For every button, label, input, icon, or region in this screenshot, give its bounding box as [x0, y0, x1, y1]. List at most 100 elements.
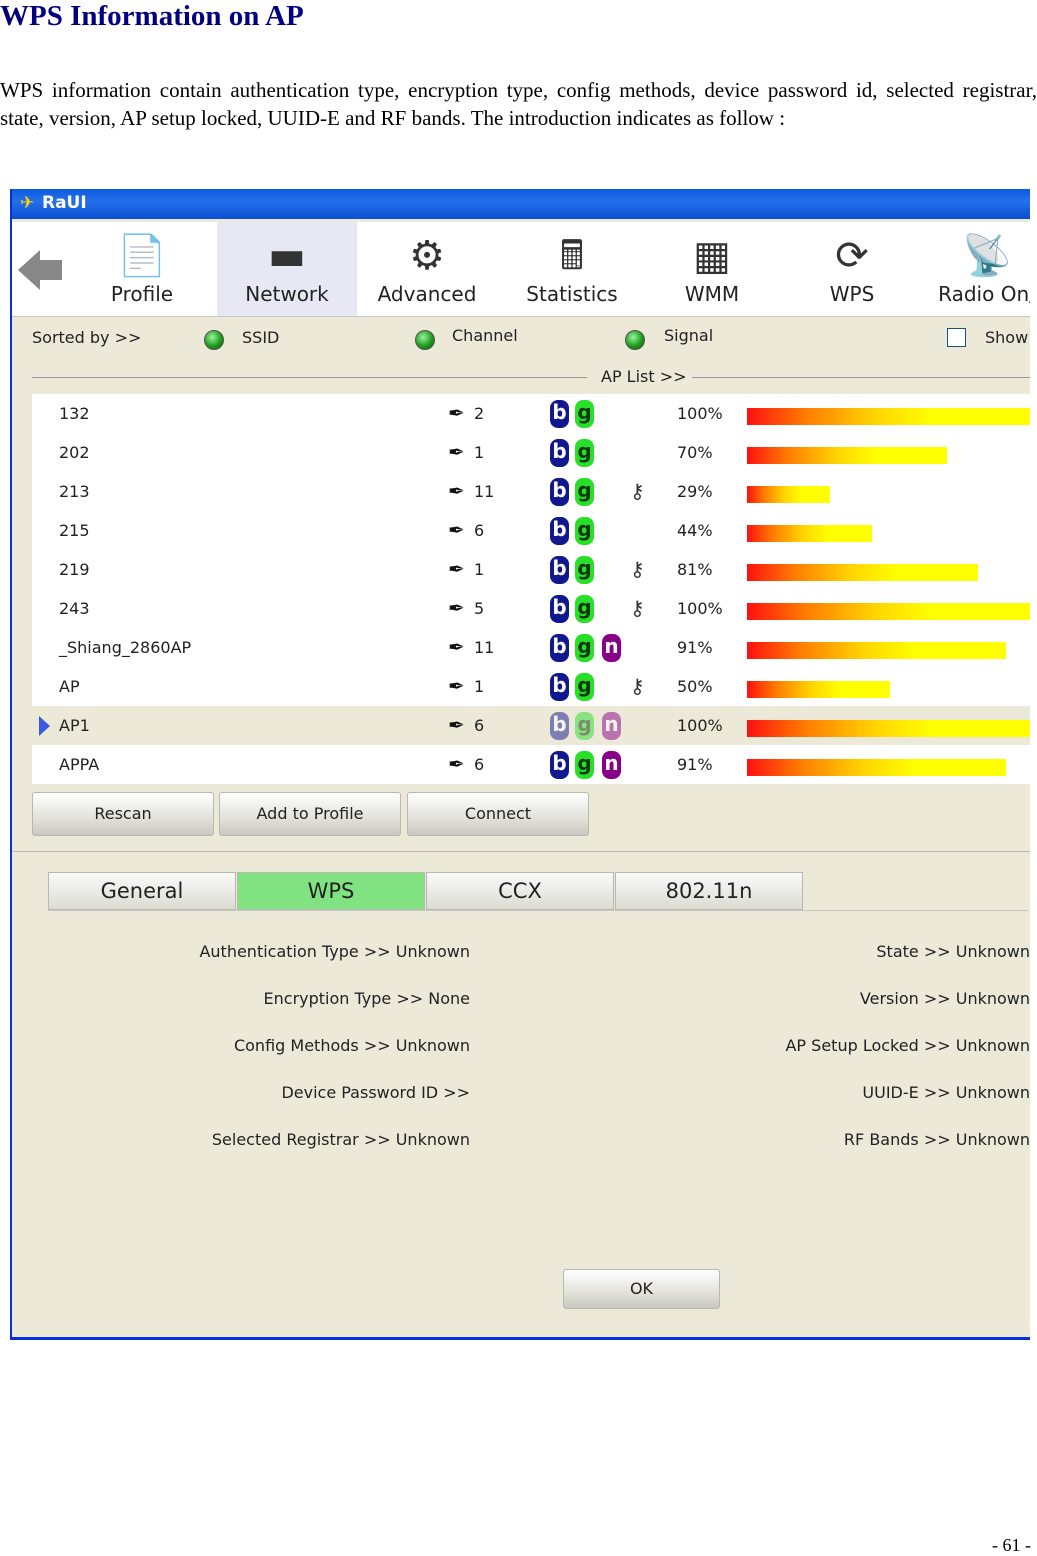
- signal-bar: [747, 720, 1030, 737]
- mode-n-badge: n: [602, 751, 621, 779]
- toolbar-label: Profile: [110, 282, 174, 306]
- sort-ssid-label: SSID: [242, 328, 280, 347]
- document-paragraph: WPS information contain authentication t…: [0, 78, 1037, 130]
- key-icon: ⚷: [630, 479, 645, 503]
- mode-b-badge: b: [550, 634, 569, 662]
- ap-row[interactable]: AP ✒ 1 b g ⚷ 50%: [32, 667, 1030, 706]
- mode-b-badge: b: [550, 712, 569, 740]
- selected-arrow-icon: [39, 716, 50, 736]
- ap-channel: 6: [474, 755, 485, 774]
- mode-b-badge: b: [550, 751, 569, 779]
- ap-row[interactable]: 219 ✒ 1 b g ⚷ 81%: [32, 550, 1030, 589]
- ap-ssid: AP: [59, 677, 80, 696]
- tab-ccx[interactable]: CCX: [426, 872, 614, 910]
- ap-signal-text: 100%: [677, 716, 723, 735]
- mode-g-badge: g: [575, 673, 594, 701]
- show-checkbox[interactable]: [947, 328, 966, 347]
- tab-wps[interactable]: WPS: [237, 872, 425, 910]
- ap-row[interactable]: _Shiang_2860AP ✒ 11 b g n 91%: [32, 628, 1030, 667]
- ap-row[interactable]: 243 ✒ 5 b g ⚷ 100%: [32, 589, 1030, 628]
- channel-icon: ✒: [448, 713, 465, 737]
- document-title: WPS Information on AP: [0, 0, 304, 32]
- sort-channel-radio[interactable]: [415, 330, 435, 350]
- channel-icon: ✒: [448, 557, 465, 581]
- ap-ssid: 219: [59, 560, 90, 579]
- toolbar-wps-button[interactable]: ⟳ WPS: [782, 222, 922, 316]
- signal-bar: [747, 486, 830, 503]
- toolbar-advanced-button[interactable]: ⚙ Advanced: [357, 222, 497, 316]
- ap-signal-text: 100%: [677, 599, 723, 618]
- signal-bar: [747, 525, 872, 542]
- tab-802-11n[interactable]: 802.11n: [615, 872, 803, 910]
- channel-icon: ✒: [448, 635, 465, 659]
- ap-channel: 11: [474, 638, 495, 657]
- toolbar-profile-button[interactable]: 📄 Profile: [72, 222, 212, 316]
- channel-icon: ✒: [448, 479, 465, 503]
- sort-ssid-radio[interactable]: [204, 330, 224, 350]
- channel-icon: ✒: [448, 752, 465, 776]
- wps-info-left-item: Selected Registrar >> Unknown: [211, 1130, 470, 1149]
- signal-bar: [747, 681, 890, 698]
- wps-info-left-item: Device Password ID >>: [281, 1083, 470, 1102]
- wps-info-right-item: AP Setup Locked >> Unknown: [785, 1036, 1030, 1055]
- wps-info-right-item: UUID-E >> Unknown: [862, 1083, 1030, 1102]
- ap-row[interactable]: 213 ✒ 11 b g ⚷ 29%: [32, 472, 1030, 511]
- signal-bar: [747, 603, 1030, 620]
- ap-row[interactable]: 132 ✒ 2 b g 100%: [32, 394, 1030, 433]
- sort-signal-radio[interactable]: [625, 330, 645, 350]
- ok-button[interactable]: OK: [563, 1269, 720, 1309]
- ap-signal-text: 29%: [677, 482, 713, 501]
- channel-icon: ✒: [448, 518, 465, 542]
- ap-row[interactable]: APPA ✒ 6 b g n 91%: [32, 745, 1030, 784]
- key-icon: ⚷: [630, 557, 645, 581]
- ap-signal-text: 91%: [677, 755, 713, 774]
- add-to-profile-button[interactable]: Add to Profile: [219, 792, 401, 836]
- back-arrow-icon[interactable]: [18, 250, 62, 290]
- wps-info-right-item: State >> Unknown: [876, 942, 1030, 961]
- toolbar-label: Statistics: [526, 282, 618, 306]
- mode-b-badge: b: [550, 439, 569, 467]
- sort-signal-label: Signal: [664, 326, 714, 345]
- mode-b-badge: b: [550, 400, 569, 428]
- ap-channel: 5: [474, 599, 485, 618]
- title-bar[interactable]: ✈ RaUI: [12, 189, 1030, 219]
- profile-icon: 📄: [117, 233, 167, 279]
- ap-row[interactable]: 202 ✒ 1 b g 70%: [32, 433, 1030, 472]
- ap-signal-text: 100%: [677, 404, 723, 423]
- connect-button[interactable]: Connect: [407, 792, 589, 836]
- toolbar-statistics-button[interactable]: 🖩 Statistics: [502, 222, 642, 316]
- detail-tabs: General WPS CCX 802.11n: [48, 872, 1028, 911]
- toolbar-wmm-button[interactable]: ▦ WMM: [642, 222, 782, 316]
- mode-n-badge: n: [602, 634, 621, 662]
- channel-icon: ✒: [448, 674, 465, 698]
- tab-general[interactable]: General: [48, 872, 236, 910]
- ap-channel: 1: [474, 560, 485, 579]
- rescan-button[interactable]: Rescan: [32, 792, 214, 836]
- ap-row[interactable]: AP1 ✒ 6 b g n 100%: [32, 706, 1030, 745]
- ap-ssid: _Shiang_2860AP: [59, 638, 192, 657]
- toolbar-network-button[interactable]: ▬ Network: [217, 222, 357, 316]
- mode-g-badge: g: [575, 556, 594, 584]
- raui-window: ✈ RaUI 📄 Profile ▬ Network ⚙ Advanced 🖩 Statist…: [10, 189, 1030, 1340]
- toolbar-label: Advanced: [377, 282, 477, 306]
- ap-channel: 2: [474, 404, 485, 423]
- ap-ssid: 213: [59, 482, 90, 501]
- ap-signal-text: 70%: [677, 443, 713, 462]
- channel-icon: ✒: [448, 596, 465, 620]
- ap-channel: 1: [474, 443, 485, 462]
- toolbar-radio-on-button[interactable]: 📡 Radio On/: [917, 222, 1030, 316]
- ap-ssid: AP1: [59, 716, 90, 735]
- toolbar-label: Network: [245, 282, 329, 306]
- ap-signal-text: 81%: [677, 560, 713, 579]
- signal-bar: [747, 564, 978, 581]
- mode-g-badge: g: [575, 634, 594, 662]
- mode-b-badge: b: [550, 556, 569, 584]
- key-icon: ⚷: [630, 596, 645, 620]
- toolbar: 📄 Profile ▬ Network ⚙ Advanced 🖩 Statistics ▦ WMM…: [12, 222, 1030, 317]
- ap-channel: 1: [474, 677, 485, 696]
- ap-list[interactable]: 132 ✒ 2 b g 100% 202 ✒ 1 b g 70% 213 ✒ 11 b g ⚷ 29% 215 ✒ 6 b g…: [32, 394, 1030, 784]
- wmm-icon: ▦: [693, 233, 731, 279]
- ap-row[interactable]: 215 ✒ 6 b g 44%: [32, 511, 1030, 550]
- ap-channel: 6: [474, 521, 485, 540]
- channel-icon: ✒: [448, 401, 465, 425]
